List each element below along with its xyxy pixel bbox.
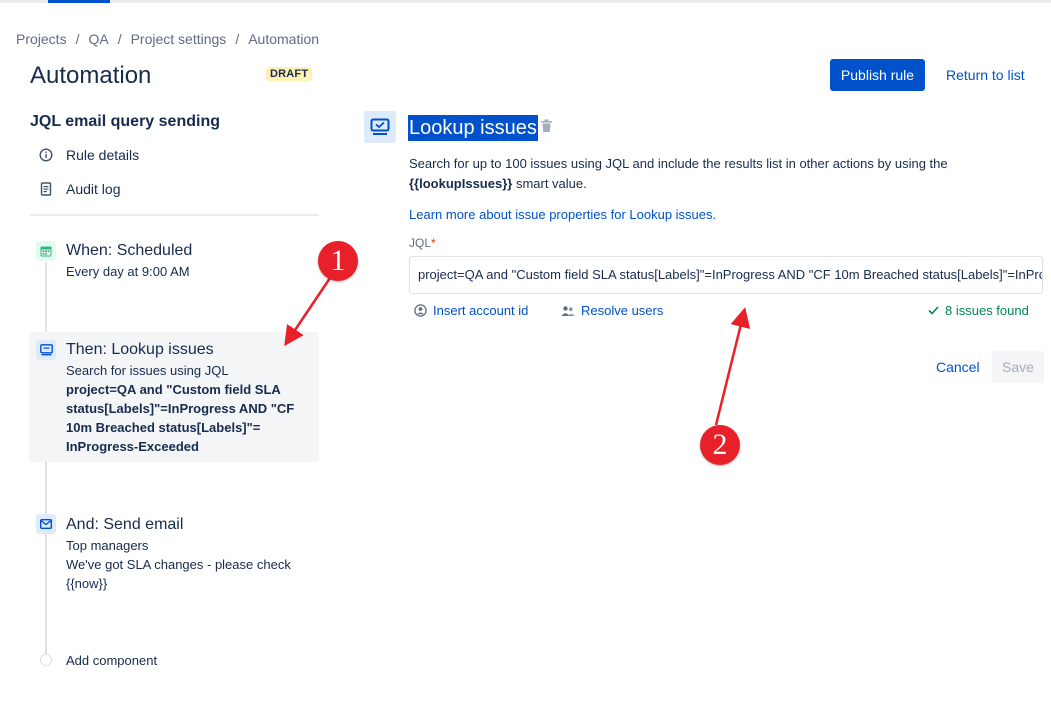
jql-input-value: project=QA and "Custom field SLA status[… <box>418 267 1042 282</box>
document-icon <box>38 181 54 197</box>
step-title: Then: Lookup issues <box>66 341 214 358</box>
description-text-end: smart value. <box>512 176 587 191</box>
email-icon <box>36 514 56 534</box>
add-component-dot <box>40 654 52 666</box>
step-title: When: Scheduled <box>66 242 193 259</box>
jql-label: JQL* <box>409 236 436 250</box>
step-when-scheduled[interactable]: When: Scheduled Every day at 9:00 AM <box>66 242 192 281</box>
jql-input[interactable]: project=QA and "Custom field SLA status[… <box>409 256 1043 294</box>
audit-log-link[interactable]: Audit log <box>38 181 120 197</box>
publish-rule-button[interactable]: Publish rule <box>830 59 925 91</box>
breadcrumb-separator: / <box>235 31 240 47</box>
breadcrumb-projects[interactable]: Projects <box>16 31 67 47</box>
description-text: Search for up to 100 issues using JQL an… <box>409 156 948 171</box>
breadcrumb-automation[interactable]: Automation <box>248 31 319 47</box>
top-nav-bar <box>0 0 1051 3</box>
step-title: And: Send email <box>66 516 184 533</box>
step-subtitle: Search for issues using JQL <box>66 363 229 378</box>
draft-badge: DRAFT <box>266 67 313 81</box>
learn-more-link[interactable]: Learn more about issue properties for Lo… <box>409 207 716 222</box>
annotation-marker-1: 1 <box>318 241 358 281</box>
breadcrumb-separator: / <box>75 31 80 47</box>
rule-name: JQL email query sending <box>30 113 220 130</box>
info-icon <box>38 147 54 163</box>
component-title[interactable]: Lookup issues <box>408 115 538 141</box>
annotation-arrow-2 <box>714 307 751 426</box>
breadcrumb-project-settings[interactable]: Project settings <box>131 31 227 47</box>
add-component-link[interactable]: Add component <box>66 653 157 668</box>
rule-details-link[interactable]: Rule details <box>38 147 139 163</box>
step-line: {{now}} <box>66 576 108 591</box>
return-to-list-link[interactable]: Return to list <box>946 67 1025 83</box>
step-line: We've got SLA changes - please check <box>66 557 291 572</box>
step-query-line: project=QA and "Custom field SLA <box>66 382 281 397</box>
save-button[interactable]: Save <box>992 351 1044 383</box>
user-icon <box>414 304 427 317</box>
step-and-send-email[interactable]: And: Send email Top managers We've got S… <box>66 516 291 593</box>
trash-icon[interactable] <box>540 119 553 138</box>
page-title: Automation <box>30 62 152 89</box>
calendar-icon <box>36 241 56 261</box>
automation-page: Projects / QA / Project settings / Autom… <box>0 0 1051 708</box>
step-subtitle: Every day at 9:00 AM <box>66 264 190 279</box>
people-icon <box>561 305 575 317</box>
component-description: Search for up to 100 issues using JQL an… <box>409 154 1009 194</box>
jql-label-text: JQL <box>409 236 432 250</box>
insert-account-id-link[interactable]: Insert account id <box>414 303 528 318</box>
step-query-line: status[Labels]"=InProgress AND "CF <box>66 401 295 416</box>
resolve-users-link[interactable]: Resolve users <box>561 303 663 318</box>
sidebar-divider <box>30 214 319 216</box>
breadcrumb-qa[interactable]: QA <box>88 31 108 47</box>
audit-log-label: Audit log <box>66 181 121 197</box>
required-marker: * <box>431 236 436 250</box>
check-icon <box>928 306 939 315</box>
smart-value: {{lookupIssues}} <box>409 176 513 191</box>
breadcrumb-separator: / <box>117 31 122 47</box>
insert-account-id-label: Insert account id <box>433 303 529 318</box>
annotation-marker-2: 2 <box>700 425 740 465</box>
top-nav-active-indicator <box>48 0 110 3</box>
issues-found-status: 8 issues found <box>928 303 1029 318</box>
step-then-lookup-issues[interactable]: Then: Lookup issues Search for issues us… <box>66 341 316 456</box>
issues-found-label: 8 issues found <box>945 303 1029 318</box>
lookup-icon <box>364 111 396 143</box>
resolve-users-label: Resolve users <box>581 303 664 318</box>
cancel-button[interactable]: Cancel <box>936 359 980 375</box>
breadcrumb: Projects / QA / Project settings / Autom… <box>16 31 319 47</box>
lookup-icon <box>36 340 56 360</box>
step-query-line: InProgress-Exceeded <box>66 439 199 454</box>
step-line: Top managers <box>66 538 149 553</box>
rule-details-label: Rule details <box>66 147 140 163</box>
step-query-line: 10m Breached status[Labels]"= <box>66 420 261 435</box>
